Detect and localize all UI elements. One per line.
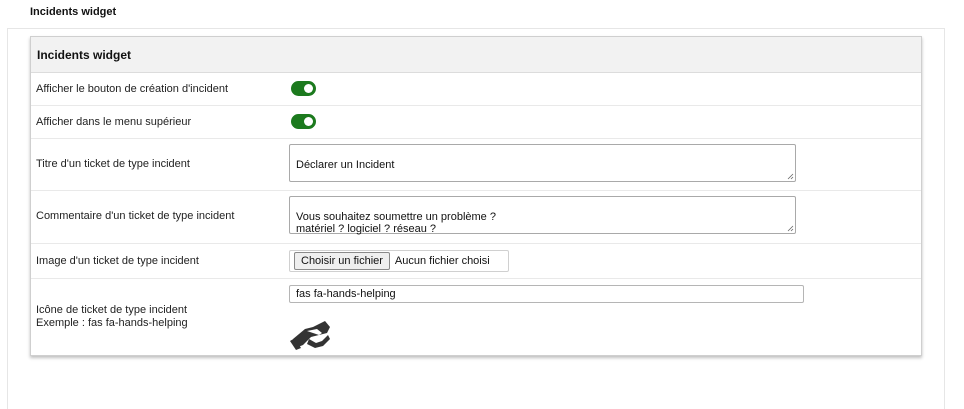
row-ticket-icon: Icône de ticket de type incident Exemple… (31, 279, 921, 357)
show-create-button-toggle[interactable] (291, 81, 316, 96)
row-show-create-button: Afficher le bouton de création d'inciden… (31, 73, 921, 106)
ticket-comment-value: Vous souhaitez soumettre un problème ? m… (296, 211, 496, 235)
ticket-icon-label: Icône de ticket de type incident Exemple… (36, 304, 188, 330)
page-title: Incidents widget (30, 6, 117, 18)
ticket-icon-label-title: Icône de ticket de type incident (36, 304, 188, 316)
ticket-title-textarea[interactable]: Déclarer un Incident (289, 144, 796, 182)
file-status-text: Aucun fichier choisi (394, 255, 490, 267)
row-ticket-title: Titre d'un ticket de type incident Décla… (31, 139, 921, 191)
panel-title: Incidents widget (31, 37, 921, 73)
row-ticket-comment: Commentaire d'un ticket de type incident… (31, 191, 921, 244)
show-top-menu-label: Afficher dans le menu supérieur (36, 116, 192, 128)
ticket-title-value: Déclarer un Incident (296, 159, 395, 171)
ticket-comment-textarea[interactable]: Vous souhaitez soumettre un problème ? m… (289, 196, 796, 235)
incidents-widget-panel: Incidents widget Afficher le bouton de c… (30, 36, 922, 356)
ticket-image-file-input[interactable]: Choisir un fichier Aucun fichier choisi (289, 250, 509, 272)
ticket-image-label: Image d'un ticket de type incident (36, 255, 199, 267)
show-top-menu-toggle[interactable] (291, 114, 316, 129)
hands-helping-icon (290, 321, 330, 350)
ticket-icon-input[interactable]: fas fa-hands-helping (289, 285, 804, 303)
resize-handle-icon[interactable] (787, 173, 794, 180)
resize-handle-icon[interactable] (787, 225, 794, 232)
choose-file-button[interactable]: Choisir un fichier (294, 252, 390, 270)
row-show-top-menu: Afficher dans le menu supérieur (31, 106, 921, 139)
row-ticket-image: Image d'un ticket de type incident Chois… (31, 244, 921, 279)
ticket-comment-label: Commentaire d'un ticket de type incident (36, 210, 235, 222)
ticket-title-label: Titre d'un ticket de type incident (36, 158, 190, 170)
show-create-button-label: Afficher le bouton de création d'inciden… (36, 83, 229, 95)
ticket-icon-label-example: Exemple : fas fa-hands-helping (36, 317, 188, 329)
